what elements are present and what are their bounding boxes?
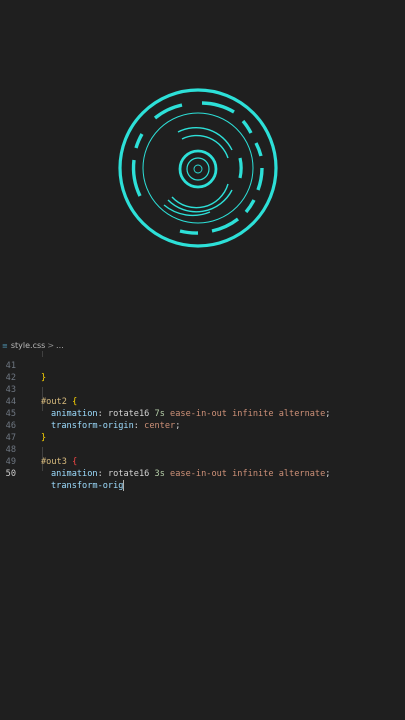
code-line: 45 transform-origin: center; [0,396,405,431]
css-value: rotate16 3s ease-in-out infinite alterna… [107,469,326,479]
arc-segment [131,159,142,197]
inner-arc [177,126,233,151]
thin-ring [142,112,254,224]
inner-arc [167,189,233,213]
code-editor[interactable]: 41 } 42 43 #out2 { 44 animation: rotate1… [0,351,405,720]
arc-segment [244,199,256,214]
arc-segment [201,101,235,114]
inner-arc [238,157,243,179]
arc-segment [179,229,199,235]
arc-segment [153,103,183,120]
core-ring-inner [193,164,203,174]
code-line: 42 [0,360,405,383]
code-line: 41 } [0,348,405,383]
code-line: 49 animation: rotate16 3s ease-in-out in… [0,444,405,479]
css-property: animation [51,469,98,479]
arc-segment [134,133,144,149]
core-ring-mid [186,157,210,181]
arc-segment [241,119,253,134]
code-line: 46 } [0,408,405,443]
css-property-partial: transform-orig [51,481,124,491]
code-line: 47 [0,420,405,443]
core-ring-outer [178,149,218,189]
arc-segment [211,217,240,233]
arc-segment [254,142,263,157]
code-line: 43 #out2 { [0,372,405,407]
code-line-active: 50 transform-orig [0,456,405,491]
text-cursor [123,480,125,491]
code-line: 44 animation: rotate16 7s ease-in-out in… [0,384,405,419]
arc-segment [256,167,264,191]
code-line: 48 #out3 { [0,432,405,467]
line-number: 50 [5,469,16,479]
preview-area [0,0,405,340]
rotating-rings-graphic [118,88,278,248]
